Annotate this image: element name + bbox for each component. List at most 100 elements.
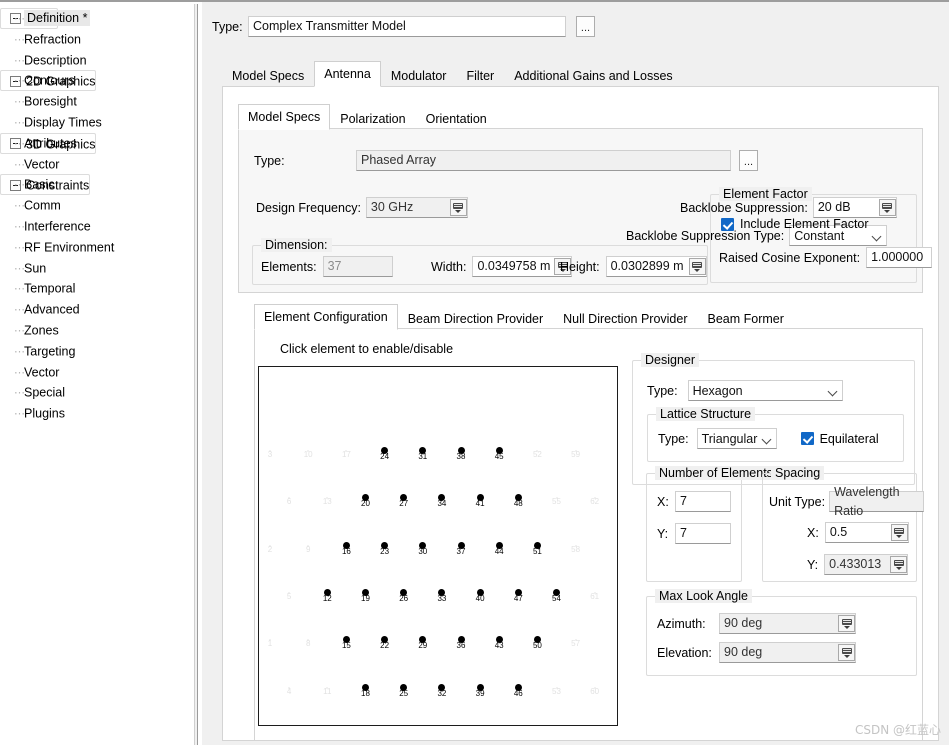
tree-item-vector[interactable]: ⋯ Vector [0, 362, 190, 383]
array-element-23[interactable]: 23 [372, 541, 398, 556]
array-element-37[interactable]: 37 [448, 541, 474, 556]
tab-beam-direction-provider[interactable]: Beam Direction Provider [398, 307, 553, 330]
spacing-y-units-button[interactable] [890, 556, 908, 573]
array-element-27[interactable]: 27 [391, 494, 417, 508]
tab-element-configuration[interactable]: Element Configuration [254, 304, 398, 330]
array-element-20[interactable]: 20 [353, 494, 379, 508]
equilateral-checkbox[interactable]: Equilateral [800, 432, 879, 446]
splitter-bar[interactable] [194, 4, 198, 745]
array-element-24[interactable]: 24 [372, 447, 398, 461]
array-element-52[interactable]: 52 [524, 447, 550, 459]
array-element-59[interactable]: 59 [563, 447, 589, 459]
elevation-field[interactable]: 90 deg [719, 642, 856, 663]
array-element-3[interactable]: 3 [259, 447, 283, 459]
array-element-50[interactable]: 50 [524, 636, 550, 650]
elements-x-field[interactable]: 7 [675, 491, 731, 512]
array-element-31[interactable]: 31 [410, 447, 436, 461]
tab-polarization[interactable]: Polarization [330, 107, 415, 130]
tree-item-rf-environment[interactable]: ⋯ RF Environment [0, 237, 190, 258]
tab-beam-former[interactable]: Beam Former [698, 307, 794, 330]
tab-filter[interactable]: Filter [456, 64, 504, 87]
array-element-10[interactable]: 10 [295, 447, 321, 459]
array-element-46[interactable]: 46 [505, 683, 531, 698]
tab-antenna[interactable]: Antenna [314, 61, 381, 87]
array-element-34[interactable]: 34 [429, 494, 455, 508]
tree-item-targeting[interactable]: ⋯ Targeting [0, 341, 190, 362]
array-element-13[interactable]: 13 [314, 494, 340, 506]
panel-splitter[interactable] [190, 0, 202, 745]
tab-model-specs[interactable]: Model Specs [238, 104, 331, 130]
tree-item-sun[interactable]: ⋯ Sun [0, 258, 190, 279]
array-element-45[interactable]: 45 [486, 447, 512, 461]
array-element-44[interactable]: 44 [486, 541, 512, 556]
array-element-36[interactable]: 36 [448, 636, 474, 650]
spacing-x-units-button[interactable] [890, 524, 908, 541]
tree-item-temporal[interactable]: ⋯ Temporal [0, 278, 190, 299]
tree-item-zones[interactable]: ⋯ Zones [0, 320, 190, 341]
array-element-19[interactable]: 19 [353, 588, 379, 603]
array-element-6[interactable]: 6 [276, 494, 302, 506]
array-element-1[interactable]: 1 [259, 636, 283, 648]
azimuth-field[interactable]: 90 deg [719, 613, 856, 634]
dimension-height-field[interactable]: 0.0302899 m [605, 256, 707, 277]
tree-item-boresight[interactable]: ⋯ Boresight [0, 91, 190, 112]
tree-item-comm[interactable]: ⋯ Comm [0, 195, 190, 216]
include-element-factor-checkbox[interactable]: Include Element Factor [721, 217, 869, 231]
tree-item-contours[interactable]: ⋯ Contours [0, 70, 190, 91]
array-element-60[interactable]: 60 [582, 684, 608, 696]
array-element-15[interactable]: 15 [333, 636, 359, 650]
array-element-51[interactable]: 51 [524, 541, 550, 556]
model-type-browse-button[interactable]: ... [576, 16, 595, 37]
tab-null-direction-provider[interactable]: Null Direction Provider [553, 307, 697, 330]
array-element-41[interactable]: 41 [467, 494, 493, 508]
array-element-47[interactable]: 47 [505, 588, 531, 603]
array-element-25[interactable]: 25 [391, 683, 417, 698]
dimension-width-field[interactable]: 0.0349758 m [472, 256, 573, 277]
tree-item-interference[interactable]: ⋯ Interference [0, 216, 190, 237]
tab-modulator[interactable]: Modulator [381, 64, 457, 87]
array-element-53[interactable]: 53 [544, 684, 570, 696]
elevation-units-button[interactable] [838, 644, 855, 661]
tab-model-specs[interactable]: Model Specs [222, 64, 314, 87]
array-element-9[interactable]: 9 [295, 542, 321, 554]
array-element-39[interactable]: 39 [467, 683, 493, 698]
antenna-type-browse-button[interactable]: ... [739, 150, 758, 171]
tree-item-attributes[interactable]: ⋯ Attributes [0, 133, 190, 154]
tree-item-display-times[interactable]: ⋯ Display Times [0, 112, 190, 133]
azimuth-units-button[interactable] [838, 615, 855, 632]
array-element-32[interactable]: 32 [429, 683, 455, 698]
spacing-unit-type-field[interactable]: Wavelength Ratio [829, 485, 925, 518]
array-element-57[interactable]: 57 [563, 636, 589, 648]
element-array-canvas[interactable]: 3 10 17 24 31 38 45 52 59 6 13 20 27 34 41 48 55 62 2 9 16 23… [258, 366, 618, 726]
array-element-12[interactable]: 12 [314, 588, 340, 603]
array-element-8[interactable]: 8 [295, 636, 321, 648]
array-element-4[interactable]: 4 [276, 684, 302, 696]
tree-item-description[interactable]: ⋯ Description [0, 50, 190, 71]
lattice-type-combo[interactable]: Triangular [696, 428, 777, 449]
array-element-54[interactable]: 54 [544, 588, 570, 603]
array-element-5[interactable]: 5 [276, 589, 302, 601]
array-element-43[interactable]: 43 [486, 636, 512, 650]
tree-item-refraction[interactable]: ⋯ Refraction [0, 29, 190, 50]
array-element-30[interactable]: 30 [410, 541, 436, 556]
raised-cosine-field[interactable]: 1.000000 [866, 247, 933, 268]
array-element-62[interactable]: 62 [582, 494, 608, 506]
array-element-26[interactable]: 26 [391, 588, 417, 603]
array-element-2[interactable]: 2 [259, 542, 283, 554]
array-element-58[interactable]: 58 [563, 542, 589, 554]
array-element-55[interactable]: 55 [544, 494, 570, 506]
design-frequency-units-button[interactable] [449, 199, 467, 216]
spacing-y-field[interactable]: 0.433013 [824, 554, 909, 575]
dimension-height-units-button[interactable] [688, 258, 706, 275]
spacing-x-field[interactable]: 0.5 [824, 522, 909, 543]
elements-y-field[interactable]: 7 [675, 523, 731, 544]
design-frequency-field[interactable]: 30 GHz [365, 197, 468, 218]
array-element-61[interactable]: 61 [582, 589, 608, 601]
tree-item-vector[interactable]: ⋯ Vector [0, 154, 190, 175]
tab-orientation[interactable]: Orientation [416, 107, 497, 130]
array-element-18[interactable]: 18 [353, 683, 379, 698]
array-element-11[interactable]: 11 [314, 684, 340, 696]
array-element-17[interactable]: 17 [333, 447, 359, 459]
designer-type-combo[interactable]: Hexagon [687, 380, 843, 401]
tree-item-special[interactable]: ⋯ Special [0, 382, 190, 403]
